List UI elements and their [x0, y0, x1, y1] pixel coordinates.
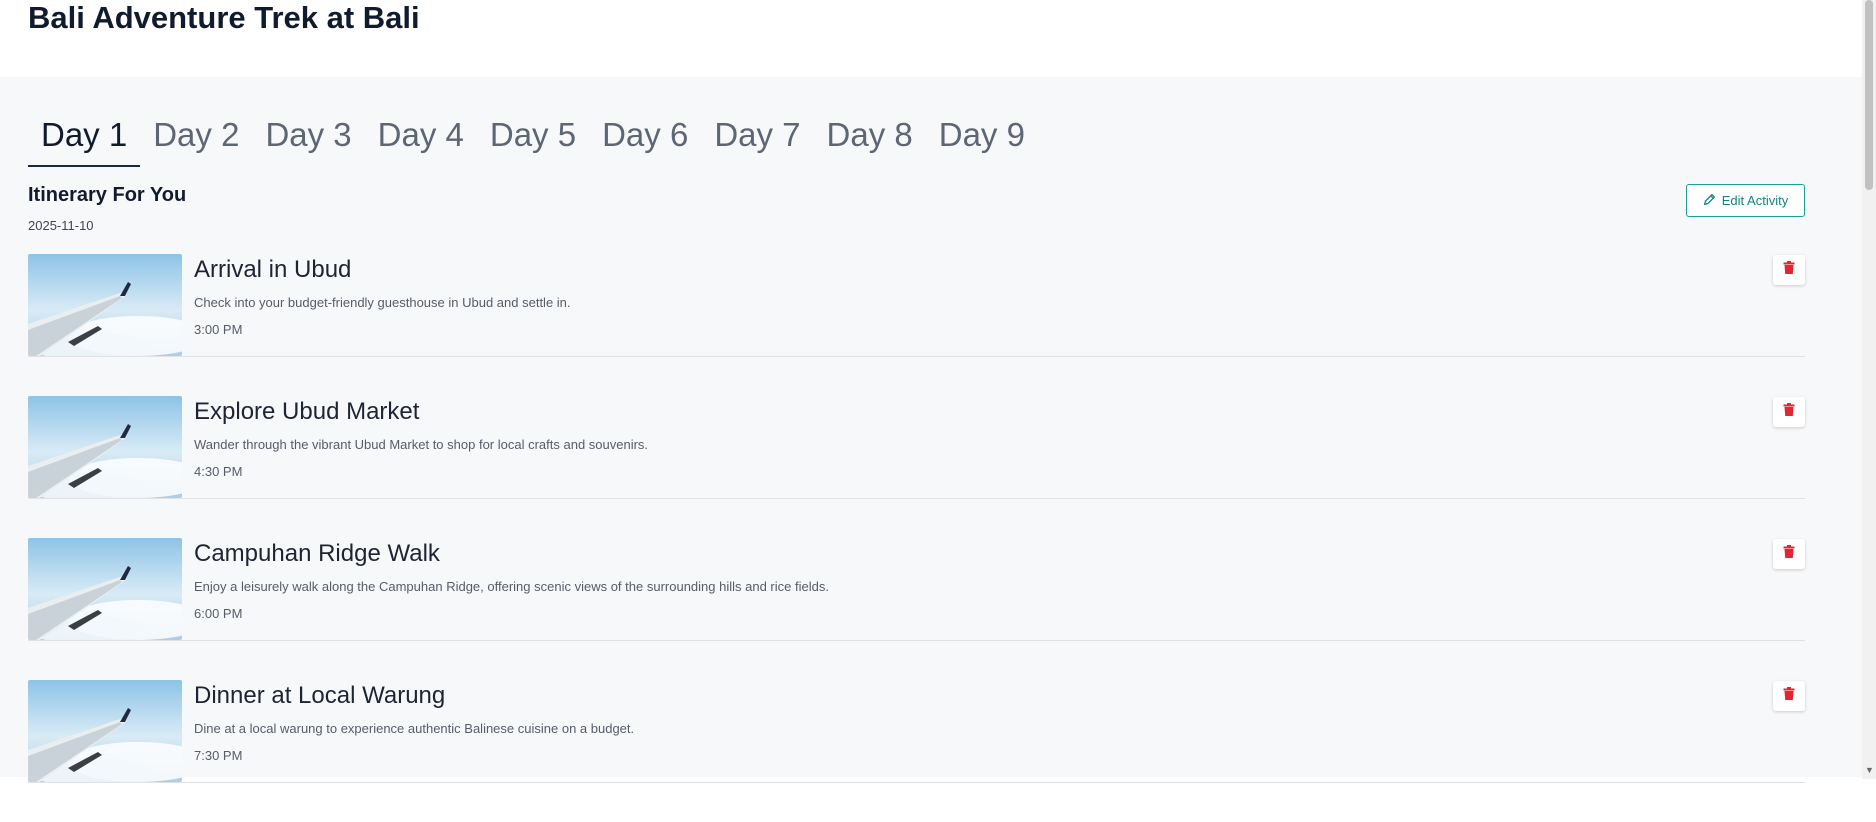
- activity-time: 7:30 PM: [194, 748, 243, 763]
- tab-day-4[interactable]: Day 4: [365, 113, 477, 165]
- tab-day-9[interactable]: Day 9: [926, 113, 1038, 165]
- tab-day-3[interactable]: Day 3: [252, 113, 364, 165]
- delete-activity-button[interactable]: [1773, 255, 1805, 285]
- edit-activity-button[interactable]: Edit Activity: [1686, 184, 1805, 217]
- activity-description: Dine at a local warung to experience aut…: [194, 721, 635, 736]
- activity-image: [28, 396, 182, 498]
- tab-day-2[interactable]: Day 2: [140, 113, 252, 165]
- activity-time: 4:30 PM: [194, 464, 243, 479]
- header: Bali Adventure Trek at Bali: [0, 0, 1862, 77]
- activity-description: Check into your budget-friendly guesthou…: [194, 295, 571, 310]
- scroll-down-arrow-icon[interactable]: ▼: [1865, 765, 1874, 775]
- tab-day-1[interactable]: Day 1: [28, 113, 141, 167]
- activity-title: Arrival in Ubud: [194, 256, 352, 283]
- tab-day-7[interactable]: Day 7: [701, 113, 813, 165]
- delete-activity-button[interactable]: [1773, 681, 1805, 711]
- vertical-scrollbar[interactable]: ▼: [1862, 0, 1876, 779]
- main-content: Day 1 Day 2 Day 3 Day 4 Day 5 Day 6 Day …: [0, 77, 1862, 783]
- delete-activity-button[interactable]: [1773, 397, 1805, 427]
- activity-image: [28, 680, 182, 782]
- activity-time: 6:00 PM: [194, 606, 243, 621]
- day-tabs: Day 1 Day 2 Day 3 Day 4 Day 5 Day 6 Day …: [28, 113, 1038, 167]
- itinerary-title: Itinerary For You: [28, 184, 187, 206]
- activity-time: 3:00 PM: [194, 322, 243, 337]
- activity-item: Explore Ubud Market Wander through the v…: [28, 396, 1805, 499]
- activity-title: Campuhan Ridge Walk: [194, 540, 440, 567]
- tab-day-8[interactable]: Day 8: [814, 113, 926, 165]
- activity-item: Arrival in Ubud Check into your budget-f…: [28, 254, 1805, 357]
- trash-icon: [1783, 687, 1795, 705]
- edit-activity-label: Edit Activity: [1721, 193, 1789, 208]
- activity-item: Dinner at Local Warung Dine at a local w…: [28, 680, 1805, 783]
- activity-title: Dinner at Local Warung: [194, 682, 446, 709]
- activity-title: Explore Ubud Market: [194, 398, 420, 425]
- activity-item: Campuhan Ridge Walk Enjoy a leisurely wa…: [28, 538, 1805, 641]
- trash-icon: [1783, 403, 1795, 421]
- trash-icon: [1783, 261, 1795, 279]
- activity-image: [28, 254, 182, 356]
- activity-description: Wander through the vibrant Ubud Market t…: [194, 437, 649, 452]
- pencil-icon: [1703, 193, 1716, 209]
- itinerary-date: 2025-11-10: [28, 218, 94, 233]
- page-title: Bali Adventure Trek at Bali: [28, 0, 420, 35]
- delete-activity-button[interactable]: [1773, 539, 1805, 569]
- tab-day-6[interactable]: Day 6: [589, 113, 701, 165]
- activity-list: Arrival in Ubud Check into your budget-f…: [28, 254, 1805, 822]
- scrollbar-thumb[interactable]: [1865, 0, 1873, 190]
- activity-description: Enjoy a leisurely walk along the Campuha…: [194, 579, 829, 594]
- tab-day-5[interactable]: Day 5: [477, 113, 589, 165]
- activity-image: [28, 538, 182, 640]
- trash-icon: [1783, 545, 1795, 563]
